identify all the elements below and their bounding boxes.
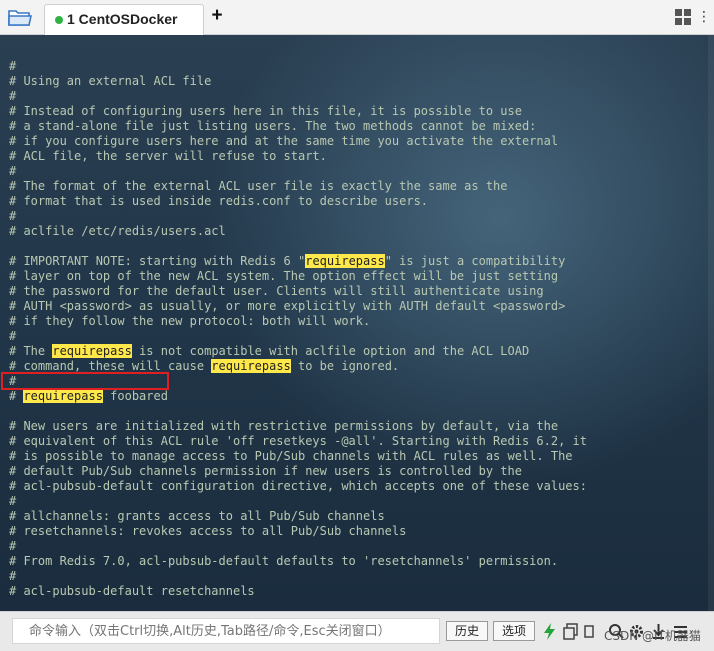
line-text: # Instead of configuring users here in t… (9, 104, 522, 118)
line-text: # layer on top of the new ACL system. Th… (9, 269, 559, 283)
terminal-line: # equivalent of this ACL rule 'off reset… (9, 434, 587, 449)
dot-icon (55, 16, 63, 24)
terminal-line: # ACL file, the server will refuse to st… (9, 149, 587, 164)
terminal-line: # Instead of configuring users here in t… (9, 104, 587, 119)
watermark-text: CSDN @IT机器猫 (604, 629, 701, 643)
terminal-line: # (9, 539, 587, 554)
grid-icon[interactable] (675, 9, 691, 25)
line-text: # (9, 209, 17, 223)
terminal-line: # (9, 494, 587, 509)
tab-bar: 1 CentOSDocker + ⋮ (0, 0, 714, 35)
line-text: # the password for the default user. Cli… (9, 284, 544, 298)
terminal-line: # aclfile /etc/redis/users.acl (9, 224, 587, 239)
terminal-line: # requirepass foobared (9, 389, 587, 404)
lightning-icon[interactable] (541, 622, 558, 641)
folder-icon[interactable] (8, 8, 32, 27)
line-text: # (9, 569, 17, 583)
terminal-line: # allchannels: grants access to all Pub/… (9, 509, 587, 524)
line-text: # equivalent of this ACL rule 'off reset… (9, 434, 587, 448)
terminal-output[interactable]: # # Using an external ACL file # # Instead … (0, 35, 714, 611)
line-text: # allchannels: grants access to all Pub/… (9, 509, 385, 523)
terminal-line: # (9, 569, 587, 584)
line-text: # command, these will cause (9, 359, 212, 373)
command-bar: 历史 选项 CSDN @IT机器猫 (0, 611, 714, 651)
line-text: # format that is used inside redis.conf … (9, 194, 429, 208)
line-text: # acl-pubsub-default configuration direc… (9, 479, 587, 493)
terminal-line: # The format of the external ACL user fi… (9, 179, 587, 194)
terminal-line: # layer on top of the new ACL system. Th… (9, 269, 587, 284)
command-input[interactable] (12, 618, 440, 644)
new-tab-button[interactable]: + (208, 5, 226, 27)
line-text: to be ignored. (290, 359, 400, 373)
line-text: # (9, 494, 17, 508)
terminal-line: # (9, 209, 587, 224)
history-button[interactable]: 历史 (446, 621, 488, 641)
terminal-line: # New users are initialized with restric… (9, 419, 587, 434)
terminal-line: # the password for the default user. Cli… (9, 284, 587, 299)
line-text: # IMPORTANT NOTE: starting with Redis 6 … (9, 254, 306, 268)
terminal-line: # format that is used inside redis.conf … (9, 194, 587, 209)
line-text: # (9, 389, 24, 403)
line-text: # if they follow the new protocol: both … (9, 314, 371, 328)
highlighted-term: requirepass (23, 389, 103, 403)
line-text: # (9, 164, 17, 178)
options-button[interactable]: 选项 (493, 621, 535, 641)
line-text: # acl-pubsub-default resetchannels (9, 584, 255, 598)
line-text: # ACL file, the server will refuse to st… (9, 149, 327, 163)
terminal-line: # a stand-alone file just listing users.… (9, 119, 587, 134)
tab-label: 1 CentOSDocker (67, 11, 178, 27)
copy-icon[interactable] (562, 622, 579, 641)
terminal-line: # (9, 329, 587, 344)
terminal-scrollbar[interactable] (708, 35, 714, 611)
line-text: # AUTH <password> as usually, or more ex… (9, 299, 566, 313)
terminal-line: # The requirepass is not compatible with… (9, 344, 587, 359)
line-text: foobared (102, 389, 168, 403)
highlighted-term: requirepass (305, 254, 385, 268)
line-text: # (9, 539, 17, 553)
line-text: # (9, 59, 17, 73)
line-text: # is possible to manage access to Pub/Su… (9, 449, 573, 463)
copy-icon-2[interactable] (583, 622, 595, 641)
line-text: # New users are initialized with restric… (9, 419, 559, 433)
line-text: # default Pub/Sub channels permission if… (9, 464, 522, 478)
terminal-line: # From Redis 7.0, acl-pubsub-default def… (9, 554, 587, 569)
line-text: # resetchannels: revokes access to all P… (9, 524, 407, 538)
line-text: # The (9, 344, 53, 358)
selection-box (1, 372, 169, 390)
line-text: # Using an external ACL file (9, 74, 212, 88)
terminal-line: # resetchannels: revokes access to all P… (9, 524, 587, 539)
more-icon[interactable]: ⋮ (697, 4, 711, 30)
highlighted-term: requirepass (52, 344, 132, 358)
highlighted-term: requirepass (211, 359, 291, 373)
line-text: is not compatible with aclfile option an… (131, 344, 530, 358)
terminal-line: # is possible to manage access to Pub/Su… (9, 449, 587, 464)
line-text: # aclfile /etc/redis/users.acl (9, 224, 226, 238)
line-text: # From Redis 7.0, acl-pubsub-default def… (9, 554, 559, 568)
line-text: # a stand-alone file just listing users.… (9, 119, 537, 133)
tab-centos-docker[interactable]: 1 CentOSDocker (44, 4, 204, 35)
line-text: # The format of the external ACL user fi… (9, 179, 508, 193)
terminal-line: # (9, 89, 587, 104)
terminal-line: # IMPORTANT NOTE: starting with Redis 6 … (9, 254, 587, 269)
terminal-line: # default Pub/Sub channels permission if… (9, 464, 587, 479)
terminal-line: # if they follow the new protocol: both … (9, 314, 587, 329)
terminal-line: # AUTH <password> as usually, or more ex… (9, 299, 587, 314)
terminal-line: # if you configure users here and at the… (9, 134, 587, 149)
terminal-lines: # # Using an external ACL file # # Instead … (9, 59, 587, 599)
line-text: " is just a compatibility (384, 254, 566, 268)
line-text: # if you configure users here and at the… (9, 134, 559, 148)
line-text: # (9, 329, 17, 343)
terminal-line: # (9, 59, 587, 74)
terminal-line: # Using an external ACL file (9, 74, 587, 89)
line-text: # (9, 89, 17, 103)
terminal-line: # acl-pubsub-default resetchannels (9, 584, 587, 599)
terminal-line: # acl-pubsub-default configuration direc… (9, 479, 587, 494)
terminal-line: # (9, 164, 587, 179)
